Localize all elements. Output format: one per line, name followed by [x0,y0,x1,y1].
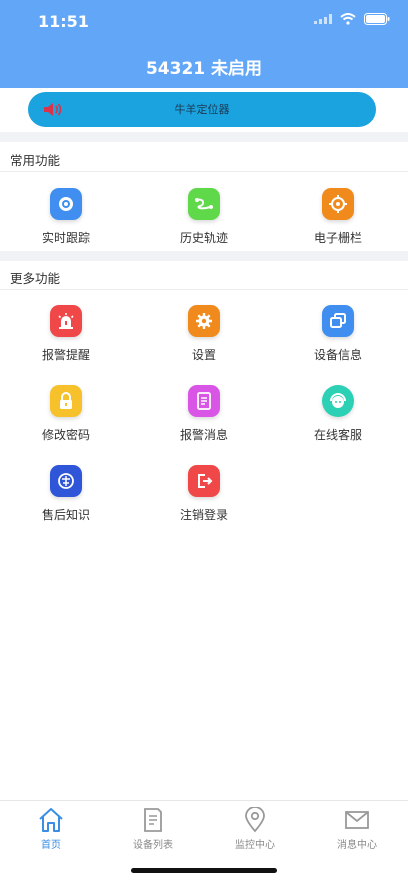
func-label: 报警消息 [179,428,228,442]
func-label: 在线客服 [313,428,362,442]
device-windows-icon [322,305,354,337]
func-online-service[interactable]: 在线客服 [278,385,398,445]
func-device-info[interactable]: 设备信息 [278,305,398,365]
battery-icon [364,13,390,25]
header-bar: 11:51 54321 未启用 [0,0,408,88]
map-pin-icon [245,807,265,833]
customer-service-icon [322,385,354,417]
func-label: 售后知识 [41,508,90,522]
location-target-icon [50,188,82,220]
func-after-sales[interactable]: 售后知识 [6,465,126,525]
tab-monitor-center[interactable]: 监控中心 [204,807,306,851]
func-realtime-tracking[interactable]: 实时跟踪 [6,188,126,248]
gear-icon [188,305,220,337]
notice-banner[interactable]: 牛羊定位器 [28,92,376,127]
func-label: 修改密码 [41,428,90,442]
signal-icon [314,14,332,24]
device-list-icon [144,808,162,832]
func-label: 设备信息 [313,348,362,362]
tab-home[interactable]: 首页 [0,807,102,851]
func-settings[interactable]: 设置 [144,305,264,365]
tab-label: 监控中心 [235,840,275,851]
alarm-light-icon [50,305,82,337]
func-label: 实时跟踪 [41,231,90,245]
wifi-icon [340,13,356,25]
status-time: 11:51 [38,12,89,31]
func-label: 报警提醒 [41,348,90,362]
func-geofence[interactable]: 电子栅栏 [278,188,398,248]
tab-label: 消息中心 [337,840,377,851]
notice-text: 牛羊定位器 [174,103,230,116]
crosshair-icon [322,188,354,220]
route-icon [188,188,220,220]
divider [0,171,408,172]
lock-icon [50,385,82,417]
section-gap [0,132,408,142]
after-sales-icon [50,465,82,497]
func-label: 设置 [191,348,216,362]
tab-label: 首页 [41,840,61,851]
tab-label: 设备列表 [133,840,173,851]
page-title: 54321 未启用 [145,59,263,79]
func-alarm-messages[interactable]: 报警消息 [144,385,264,445]
document-icon [188,385,220,417]
func-label: 注销登录 [179,508,228,522]
func-history-track[interactable]: 历史轨迹 [144,188,264,248]
section-title-common: 常用功能 [10,153,61,168]
func-change-password[interactable]: 修改密码 [6,385,126,445]
tab-device-list[interactable]: 设备列表 [102,807,204,851]
logout-icon [188,465,220,497]
mail-icon [345,811,369,829]
home-indicator [131,868,277,873]
divider [0,289,408,290]
section-title-more: 更多功能 [10,271,61,286]
home-icon [39,808,63,832]
func-alarm-reminder[interactable]: 报警提醒 [6,305,126,365]
notice-area: 牛羊定位器 [0,88,408,132]
status-icons [314,13,390,25]
func-label: 历史轨迹 [179,231,228,245]
tab-message-center[interactable]: 消息中心 [306,807,408,851]
section-gap [0,251,408,261]
func-logout[interactable]: 注销登录 [144,465,264,525]
func-label: 电子栅栏 [313,231,362,245]
